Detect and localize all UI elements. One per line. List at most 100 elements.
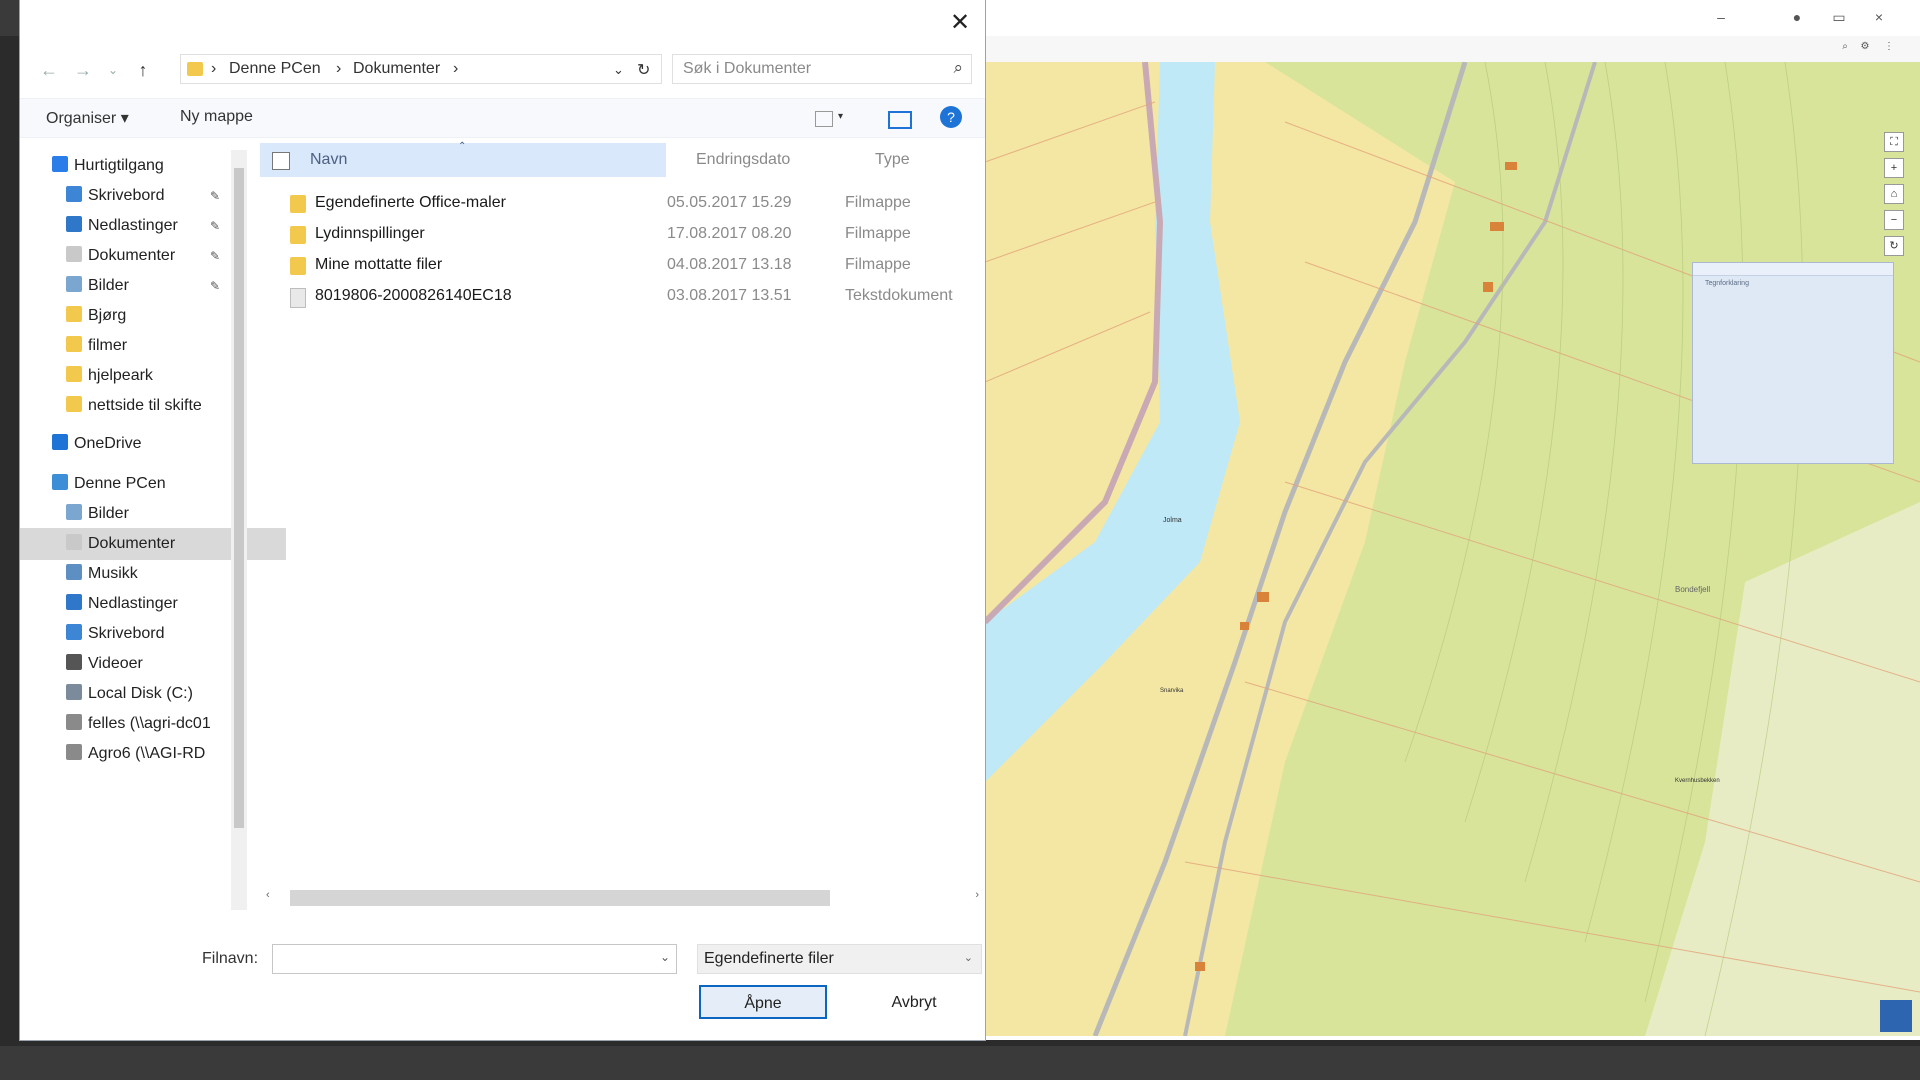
refresh-icon[interactable]: ↻ bbox=[637, 60, 650, 80]
breadcrumb-sep-icon: › bbox=[211, 60, 217, 77]
file-row[interactable]: 8019806-2000826140EC18 03.08.2017 13.51 Te… bbox=[260, 282, 985, 313]
legend-panel[interactable]: Tegnforklaring bbox=[1692, 262, 1894, 464]
taskbar-bottom bbox=[0, 1046, 1920, 1080]
scroll-right-icon[interactable]: › bbox=[975, 889, 979, 901]
sort-up-icon: ⌃ bbox=[458, 141, 467, 152]
file-row[interactable]: Lydinnspillinger 17.08.2017 08.20 Filmappe bbox=[260, 220, 985, 251]
nav-item-icon bbox=[66, 684, 82, 700]
nav-item-icon bbox=[66, 504, 82, 520]
new-folder-button[interactable]: Ny mappe bbox=[180, 108, 253, 126]
legend-panel-title: Tegnforklaring bbox=[1705, 280, 1749, 287]
pin-icon[interactable]: ✎ bbox=[210, 180, 220, 212]
recent-locations-icon[interactable]: ⌄ bbox=[100, 58, 126, 82]
organize-button[interactable]: Organiser ▾ bbox=[46, 108, 129, 128]
minimize-icon[interactable]: – bbox=[1707, 6, 1735, 28]
command-bar: Organiser ▾ Ny mappe ▾ ? bbox=[20, 98, 985, 138]
breadcrumb-item[interactable]: Denne PCen bbox=[229, 60, 321, 78]
map-window-titlebar: – ● ▭ × bbox=[985, 0, 1920, 37]
nav-item-icon bbox=[66, 744, 82, 760]
horizontal-scrollbar-thumb[interactable] bbox=[290, 890, 830, 906]
search-input[interactable]: Søk i Dokumenter ⌕ bbox=[672, 54, 972, 84]
file-type-select[interactable]: Egendefinerte filer ⌄ bbox=[697, 944, 982, 974]
nav-item-label: Bilder bbox=[88, 505, 129, 522]
breadcrumb[interactable]: › Denne PCen › Dokumenter › ⌄ ↻ bbox=[180, 54, 662, 84]
nav-item-label: nettside til skifte bbox=[88, 397, 202, 414]
view-options-icon[interactable] bbox=[815, 111, 833, 127]
file-type: Tekstdokument bbox=[845, 287, 953, 304]
map-svg: Jolma Bondefjell Snarvika Kvernhusbekken bbox=[985, 62, 1920, 1036]
map-label-river: Jolma bbox=[1163, 517, 1182, 524]
file-row[interactable]: Egendefinerte Office-maler 05.05.2017 15.… bbox=[260, 189, 985, 220]
pin-icon[interactable]: ✎ bbox=[210, 240, 220, 272]
up-arrow-icon[interactable]: ↑ bbox=[130, 58, 156, 82]
help-icon[interactable]: ? bbox=[940, 106, 962, 128]
cancel-button[interactable]: Avbryt bbox=[850, 985, 978, 1019]
breadcrumb-item[interactable]: Dokumenter bbox=[353, 60, 440, 78]
nav-item-label: Skrivebord bbox=[88, 625, 165, 642]
select-all-checkbox[interactable] bbox=[272, 152, 290, 170]
nav-item-icon bbox=[66, 564, 82, 580]
open-button[interactable]: Åpne bbox=[699, 985, 827, 1019]
column-type-header[interactable]: Type bbox=[875, 151, 910, 169]
fullscreen-icon[interactable]: ⛶ bbox=[1884, 132, 1904, 152]
nav-item-icon bbox=[66, 186, 82, 202]
chevron-down-icon[interactable]: ▾ bbox=[838, 111, 843, 122]
nav-item-label: Skrivebord bbox=[88, 187, 165, 204]
nav-item-icon bbox=[66, 594, 82, 610]
refresh-icon[interactable]: ↻ bbox=[1884, 236, 1904, 256]
scroll-left-icon[interactable]: ‹ bbox=[266, 889, 270, 901]
file-type-value: Egendefinerte filer bbox=[704, 950, 834, 967]
filename-input[interactable]: ⌄ bbox=[272, 944, 677, 974]
filename-label: Filnavn: bbox=[202, 950, 259, 967]
map-label-creek: Kvernhusbekken bbox=[1675, 778, 1720, 784]
close-icon[interactable]: × bbox=[1865, 6, 1893, 28]
nav-item-label: Musikk bbox=[88, 565, 138, 582]
nav-item-icon bbox=[52, 156, 68, 172]
map-canvas[interactable]: Jolma Bondefjell Snarvika Kvernhusbekken… bbox=[985, 62, 1920, 1036]
map-label-hill: Bondefjell bbox=[1675, 585, 1710, 594]
home-icon[interactable]: ⌂ bbox=[1884, 184, 1904, 204]
map-toolbar: ⌕ ⚙ ⋮ bbox=[985, 36, 1920, 63]
column-date-header[interactable]: Endringsdato bbox=[696, 151, 790, 169]
close-icon[interactable]: ✕ bbox=[950, 8, 970, 37]
nav-item-label: hjelpeark bbox=[88, 367, 153, 384]
nav-item-label: Agro6 (\\AGI-RD bbox=[88, 745, 206, 762]
nav-item-label: Dokumenter bbox=[88, 535, 176, 552]
chevron-down-icon[interactable]: ⌄ bbox=[613, 62, 624, 78]
file-type: Filmappe bbox=[845, 194, 911, 211]
zoom-out-icon[interactable]: − bbox=[1884, 210, 1904, 230]
file-row[interactable]: Mine mottatte filer 04.08.2017 13.18 Filma… bbox=[260, 251, 985, 282]
restore-icon[interactable]: ▭ bbox=[1825, 6, 1853, 28]
search-icon: ⌕ bbox=[953, 58, 963, 77]
horizontal-scrollbar[interactable]: ‹ › bbox=[260, 888, 985, 908]
preview-pane-icon[interactable] bbox=[888, 111, 912, 129]
folder-icon bbox=[290, 226, 306, 244]
pin-icon[interactable]: ✎ bbox=[210, 270, 220, 302]
file-type: Filmappe bbox=[845, 256, 911, 273]
nav-scrollbar-thumb[interactable] bbox=[234, 168, 244, 828]
back-arrow-icon[interactable]: ← bbox=[36, 58, 62, 82]
file-name: Lydinnspillinger bbox=[315, 225, 425, 242]
chevron-down-icon[interactable]: ⌄ bbox=[660, 950, 670, 964]
nav-item-icon bbox=[66, 624, 82, 640]
file-date: 17.08.2017 08.20 bbox=[667, 225, 792, 242]
file-date: 05.05.2017 15.29 bbox=[667, 194, 792, 211]
column-name-header[interactable]: Navn ⌃ bbox=[260, 141, 666, 177]
legend-panel-header bbox=[1693, 263, 1893, 276]
pin-icon[interactable]: ✎ bbox=[210, 210, 220, 242]
map-window: – ● ▭ × ⌕ ⚙ ⋮ Jolma Bondefjell Snarvika … bbox=[985, 0, 1920, 1040]
app-logo bbox=[1880, 1000, 1912, 1032]
address-bar-row: ← → ⌄ ↑ › Denne PCen › Dokumenter › ⌄ ↻ … bbox=[20, 50, 985, 88]
nav-item-icon bbox=[66, 276, 82, 292]
nav-scrollbar[interactable] bbox=[231, 150, 247, 910]
nav-item-label: filmer bbox=[88, 337, 128, 354]
nav-item-label: felles (\\agri-dc01 bbox=[88, 715, 211, 732]
forward-arrow-icon[interactable]: → bbox=[70, 58, 96, 82]
nav-item-label: Denne PCen bbox=[74, 475, 166, 492]
folder-icon bbox=[187, 62, 203, 76]
zoom-in-icon[interactable]: + bbox=[1884, 158, 1904, 178]
map-label-place: Snarvika bbox=[1160, 688, 1184, 694]
user-icon[interactable]: ● bbox=[1783, 6, 1811, 28]
more-icon[interactable]: ⋮ bbox=[1875, 38, 1903, 56]
nav-item-icon bbox=[66, 216, 82, 232]
